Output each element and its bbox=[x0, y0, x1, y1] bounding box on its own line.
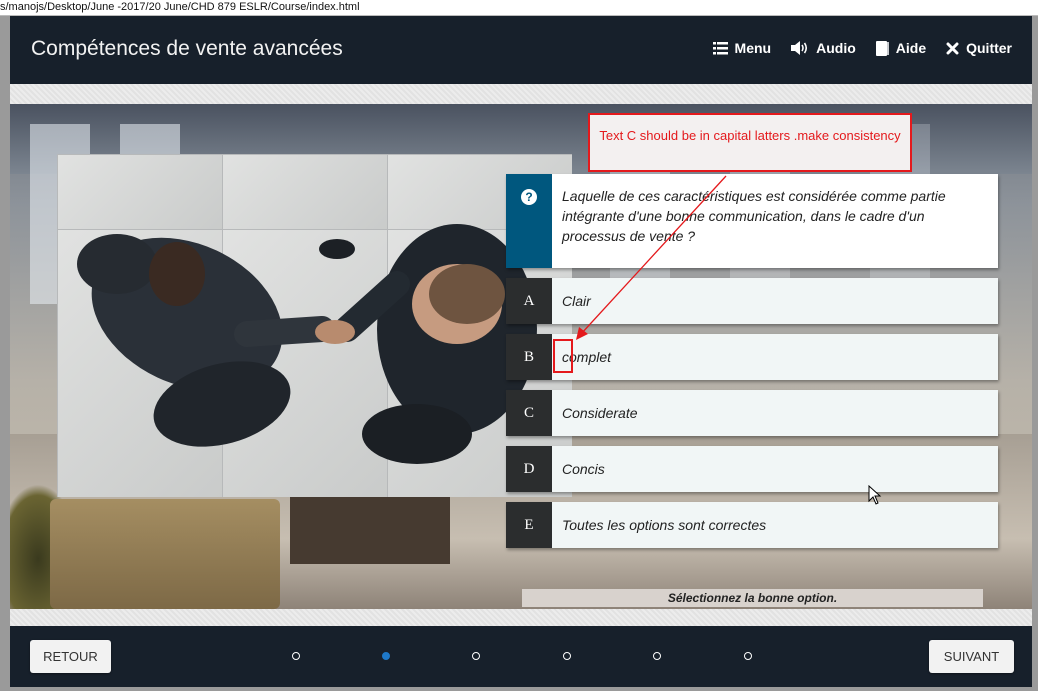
close-icon bbox=[946, 42, 959, 54]
help-icon bbox=[875, 40, 889, 56]
help-button[interactable]: Aide bbox=[875, 40, 927, 56]
menu-icon bbox=[712, 41, 728, 54]
option-c[interactable]: C Considerate bbox=[506, 390, 998, 436]
option-text: Concis bbox=[562, 461, 605, 477]
option-letter: B bbox=[506, 334, 552, 380]
option-text: Toutes les options sont correctes bbox=[562, 517, 767, 533]
progress-dot-5[interactable] bbox=[653, 652, 661, 660]
progress-dot-2[interactable] bbox=[382, 652, 390, 660]
menu-button[interactable]: Menu bbox=[712, 40, 772, 56]
menu-label: Menu bbox=[734, 40, 772, 56]
question-card: ? Laquelle de ces caractéristiques est c… bbox=[506, 174, 998, 268]
option-a[interactable]: A Clair bbox=[506, 278, 998, 324]
mouse-cursor-icon bbox=[868, 485, 882, 505]
course-frame: Compétences de vente avancées Menu Audio… bbox=[0, 16, 1038, 691]
browser-path-bar: s/manojs/Desktop/June -2017/20 June/CHD … bbox=[0, 0, 1038, 16]
option-b[interactable]: B complet bbox=[506, 334, 998, 380]
header-nav: Menu Audio Aide Quitter bbox=[712, 40, 1032, 56]
option-text: Clair bbox=[562, 293, 591, 309]
option-d[interactable]: D Concis bbox=[506, 446, 998, 492]
review-highlight-box bbox=[553, 339, 573, 373]
handshake-photo bbox=[57, 154, 572, 497]
audio-button[interactable]: Audio bbox=[791, 40, 856, 56]
course-header: Compétences de vente avancées Menu Audio… bbox=[10, 16, 1032, 84]
course-title: Compétences de vente avancées bbox=[31, 37, 343, 60]
help-label: Aide bbox=[895, 40, 927, 56]
option-e[interactable]: E Toutes les options sont correctes bbox=[506, 502, 998, 548]
question-badge: ? bbox=[506, 174, 552, 268]
question-mark-icon: ? bbox=[521, 189, 537, 205]
option-text: Considerate bbox=[562, 405, 638, 421]
audio-icon bbox=[791, 41, 808, 55]
progress-dot-4[interactable] bbox=[563, 652, 571, 660]
course-footer: RETOUR SUIVANT bbox=[10, 626, 1032, 687]
instruction-text: Sélectionnez la bonne option. bbox=[522, 589, 983, 607]
course-player: Compétences de vente avancées Menu Audio… bbox=[10, 16, 1032, 687]
quit-button[interactable]: Quitter bbox=[946, 40, 1012, 56]
progress-dot-3[interactable] bbox=[472, 652, 480, 660]
next-button[interactable]: SUIVANT bbox=[929, 640, 1014, 673]
option-letter: D bbox=[506, 446, 552, 492]
option-letter: A bbox=[506, 278, 552, 324]
audio-label: Audio bbox=[816, 40, 856, 56]
file-path: s/manojs/Desktop/June -2017/20 June/CHD … bbox=[0, 1, 360, 13]
quit-label: Quitter bbox=[966, 40, 1012, 56]
back-button[interactable]: RETOUR bbox=[30, 640, 111, 673]
progress-dot-6[interactable] bbox=[744, 652, 752, 660]
progress-dot-1[interactable] bbox=[292, 652, 300, 660]
option-letter: E bbox=[506, 502, 552, 548]
question-text: Laquelle de ces caractéristiques est con… bbox=[562, 188, 946, 244]
option-letter: C bbox=[506, 390, 552, 436]
review-annotation-text: Text C should be in capital latters .mak… bbox=[599, 128, 901, 143]
